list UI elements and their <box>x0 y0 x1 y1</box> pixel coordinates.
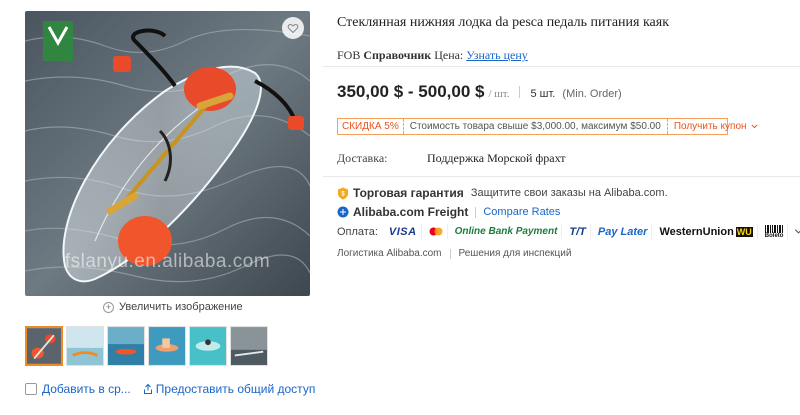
price-unit: / шт. <box>488 88 510 100</box>
fob-row: FOB Справочник Цена: Узнать цену <box>337 48 528 63</box>
price-row: 350,00 $ - 500,00 $ / шт. 5 шт. (Min. Or… <box>337 82 622 102</box>
price-label: Цена: <box>434 48 464 62</box>
compare-rates-link[interactable]: Compare Rates <box>483 206 560 218</box>
get-coupon-button[interactable]: Получить купон <box>666 119 765 134</box>
western-union-text: WesternUnion <box>659 225 734 238</box>
divider <box>449 248 451 259</box>
chevron-down-icon[interactable] <box>793 226 800 237</box>
discount-banner: СКИДКА 5% Стоимость товара свыше $3,000.… <box>337 118 757 135</box>
thumbnail-3[interactable] <box>107 326 145 366</box>
trade-assurance-note: Защитите свои заказы на Alibaba.com. <box>470 187 668 199</box>
divider <box>519 86 521 98</box>
inspection-link[interactable]: Решения для инспекций <box>459 248 572 259</box>
mastercard-logo <box>425 224 448 239</box>
payment-row: Оплата: VISA Online Bank Payment T/T Pay… <box>337 224 800 239</box>
thumbnail-image <box>27 328 61 364</box>
divider <box>323 66 800 67</box>
add-to-compare-link[interactable]: Добавить в ср... <box>42 382 131 396</box>
thumbnail-strip <box>25 326 268 366</box>
shipping-label: Доставка: <box>337 151 388 165</box>
thumbnail-image <box>67 327 103 365</box>
pay-later-logo: Pay Later <box>594 224 653 239</box>
share-link[interactable]: Предоставить общий доступ <box>142 382 316 396</box>
main-product-image[interactable]: fslanyu.en.alibaba.com <box>25 11 310 296</box>
heart-icon <box>287 23 299 34</box>
thumbnail-image <box>149 327 185 365</box>
boleto-logo: Boleto <box>761 224 789 239</box>
share-icon <box>143 383 152 394</box>
discount-tag: СКИДКА 5% <box>338 119 404 134</box>
image-watermark: fslanyu.en.alibaba.com <box>64 251 271 272</box>
reference-label: Справочник <box>363 48 432 62</box>
coupon-label: Получить купон <box>673 121 747 132</box>
services-row: Логистика Alibaba.com Решения для инспек… <box>337 248 571 259</box>
thumbnail-4[interactable] <box>148 326 186 366</box>
trade-assurance-row: $ Торговая гарантия Защитите свои заказы… <box>337 186 668 200</box>
fob-label: FOB <box>337 48 361 62</box>
wu-badge: WU <box>735 226 753 237</box>
zoom-icon: + <box>103 301 114 313</box>
favorite-button[interactable] <box>282 17 304 39</box>
trade-assurance-icon: $ <box>338 187 348 199</box>
price-range: 350,00 $ - 500,00 $ <box>337 82 485 101</box>
freight-label: Alibaba.com Freight <box>353 205 469 219</box>
payment-label: Оплата: <box>337 225 378 238</box>
thumbnail-image <box>108 327 144 365</box>
trade-assurance-label: Торговая гарантия <box>353 186 464 200</box>
thumbnail-2[interactable] <box>66 326 104 366</box>
barcode-icon <box>765 224 784 233</box>
image-gallery: fslanyu.en.alibaba.com + Увеличить изобр… <box>0 0 318 415</box>
shipping-value: Поддержка Морской фрахт <box>427 151 566 165</box>
freight-row: Alibaba.com Freight Compare Rates <box>337 205 560 219</box>
shipping-row: Доставка: Поддержка Морской фрахт <box>337 151 566 166</box>
moq-note: (Min. Order) <box>562 88 622 100</box>
share-label: Предоставить общий доступ <box>155 382 316 396</box>
boleto-text: Boleto <box>764 232 784 239</box>
zoom-label: Увеличить изображение <box>119 301 243 313</box>
thumbnail-image <box>231 327 267 365</box>
mastercard-icon <box>429 227 443 236</box>
learn-price-link[interactable]: Узнать цену <box>466 48 528 62</box>
min-order: 5 шт. (Min. Order) <box>530 88 621 100</box>
western-union-logo: WesternUnion WU <box>655 224 758 239</box>
thumbnail-5[interactable] <box>189 326 227 366</box>
divider <box>475 206 477 218</box>
compare-checkbox[interactable] <box>25 383 37 395</box>
zoom-image-link[interactable]: + Увеличить изображение <box>103 301 243 313</box>
tt-logo: T/T <box>565 224 591 239</box>
online-bank-payment-logo: Online Bank Payment <box>451 224 563 239</box>
logistics-link[interactable]: Логистика Alibaba.com <box>337 248 442 259</box>
thumbnail-1[interactable] <box>25 326 63 366</box>
chevron-down-icon <box>751 124 757 129</box>
thumbnail-image <box>190 327 226 365</box>
product-title: Стеклянная нижняя лодка da pesca педаль … <box>337 15 670 30</box>
moq-quantity: 5 шт. <box>530 88 556 100</box>
divider <box>323 176 800 177</box>
gallery-actions: Добавить в ср... Предоставить общий дост… <box>25 382 315 396</box>
visa-logo: VISA <box>385 224 422 239</box>
discount-text: Стоимость товара свыше $3,000.00, максим… <box>409 121 661 132</box>
freight-icon <box>337 206 349 218</box>
thumbnail-6[interactable] <box>230 326 268 366</box>
